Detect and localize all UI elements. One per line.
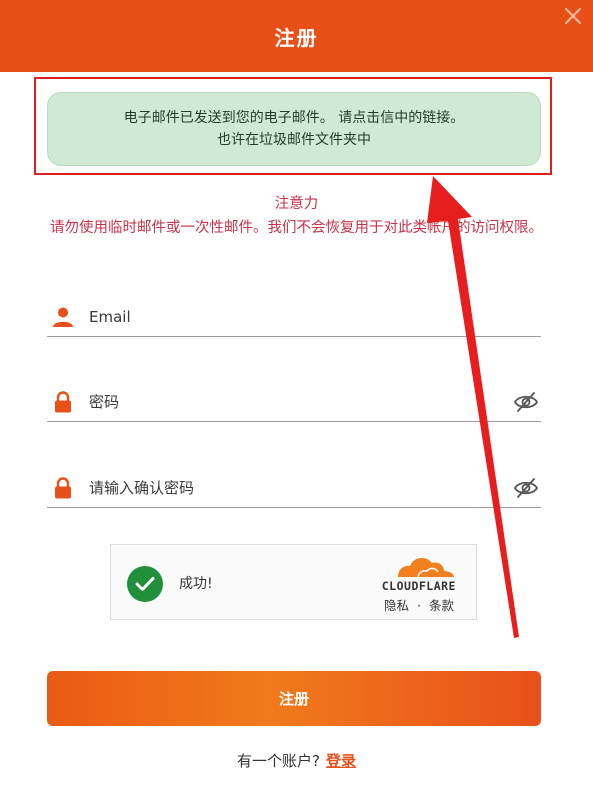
check-icon bbox=[127, 566, 163, 602]
modal-title: 注册 bbox=[274, 25, 319, 50]
register-button[interactable]: 注册 bbox=[47, 671, 541, 726]
cloudflare-wordmark: CLOUDFLARE bbox=[381, 579, 456, 593]
lock-icon bbox=[51, 390, 75, 414]
password-field bbox=[47, 382, 541, 422]
email-input[interactable] bbox=[89, 307, 541, 326]
cloudflare-captcha-widget[interactable]: 成功! CLOUDFLARE 隐私 · 条款 bbox=[110, 544, 477, 620]
email-sent-notice: 电子邮件已发送到您的电子邮件。 请点击信中的链接。 也许在垃圾邮件文件夹中 bbox=[47, 92, 541, 166]
terms-link[interactable]: 条款 bbox=[429, 598, 454, 613]
warning-title: 注意力 bbox=[274, 196, 319, 212]
captcha-status: 成功! bbox=[179, 576, 213, 592]
password-input[interactable] bbox=[89, 392, 513, 411]
link-separator: · bbox=[417, 598, 421, 613]
lock-icon bbox=[51, 476, 75, 500]
notice-line-2: 也许在垃圾邮件文件夹中 bbox=[217, 132, 371, 148]
user-icon bbox=[51, 305, 75, 329]
warning-text: 请勿使用临时邮件或一次性邮件。我们不会恢复用于对此类帐户的访问权限。 bbox=[50, 220, 543, 236]
notice-line-1: 电子邮件已发送到您的电子邮件。 请点击信中的链接。 bbox=[123, 110, 465, 126]
modal-header: 注册 bbox=[0, 0, 593, 72]
login-prompt: 有一个账户? 登录 bbox=[0, 750, 593, 771]
confirm-password-field bbox=[47, 468, 541, 508]
eye-off-icon[interactable] bbox=[513, 391, 539, 413]
login-link[interactable]: 登录 bbox=[326, 752, 356, 770]
privacy-link[interactable]: 隐私 bbox=[384, 598, 409, 613]
close-icon[interactable] bbox=[563, 6, 583, 26]
captcha-links: 隐私 · 条款 bbox=[384, 595, 454, 614]
eye-off-icon[interactable] bbox=[513, 477, 539, 499]
email-field bbox=[47, 297, 541, 337]
confirm-password-input[interactable] bbox=[89, 478, 513, 497]
login-prompt-text: 有一个账户? bbox=[237, 752, 320, 770]
